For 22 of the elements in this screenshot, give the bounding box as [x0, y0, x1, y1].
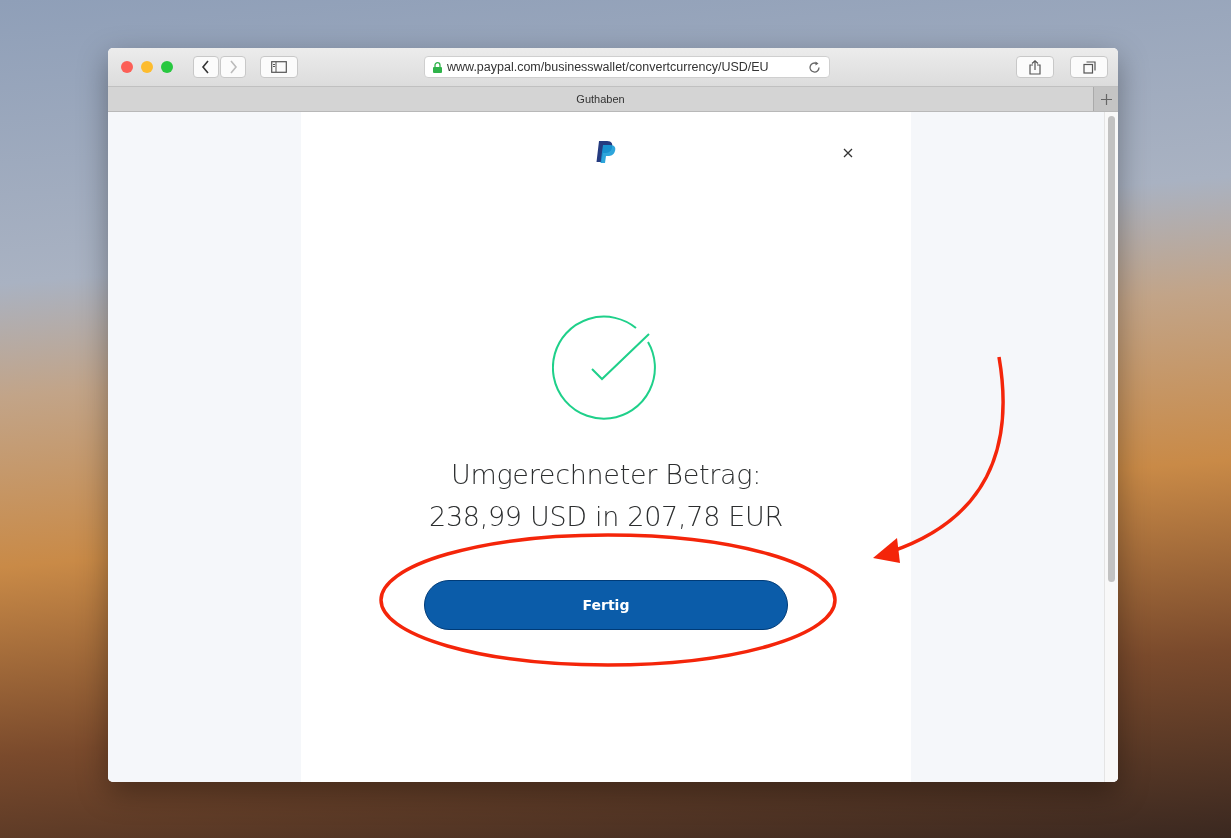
address-bar[interactable]: www.paypal.com/businesswallet/convertcurrency/USD/EU [424, 56, 830, 78]
new-tab-button[interactable] [1093, 87, 1118, 111]
reload-icon[interactable] [808, 60, 821, 74]
sidebar-button[interactable] [260, 56, 298, 78]
chevron-left-icon [201, 60, 211, 74]
overlapping-squares-icon [1082, 60, 1096, 74]
converted-amount: 238,99 USD in 207,78 EUR [429, 500, 783, 534]
share-button[interactable] [1016, 56, 1054, 78]
chevron-right-icon [228, 60, 238, 74]
url-text: www.paypal.com/businesswallet/convertcurrency/USD/EU [447, 60, 769, 74]
scrollbar-thumb[interactable] [1108, 116, 1115, 582]
paypal-logo-icon [595, 140, 617, 164]
share-icon [1029, 59, 1041, 75]
close-window-icon[interactable] [121, 61, 133, 73]
plus-icon [1100, 93, 1112, 105]
tabs-overview-button[interactable] [1070, 56, 1108, 78]
close-icon[interactable] [843, 148, 853, 158]
sidebar-icon [271, 61, 287, 73]
result-heading: Umgerechneter Betrag: [450, 458, 762, 492]
done-button[interactable]: Fertig [424, 580, 788, 630]
zoom-window-icon[interactable] [161, 61, 173, 73]
back-button[interactable] [193, 56, 219, 78]
